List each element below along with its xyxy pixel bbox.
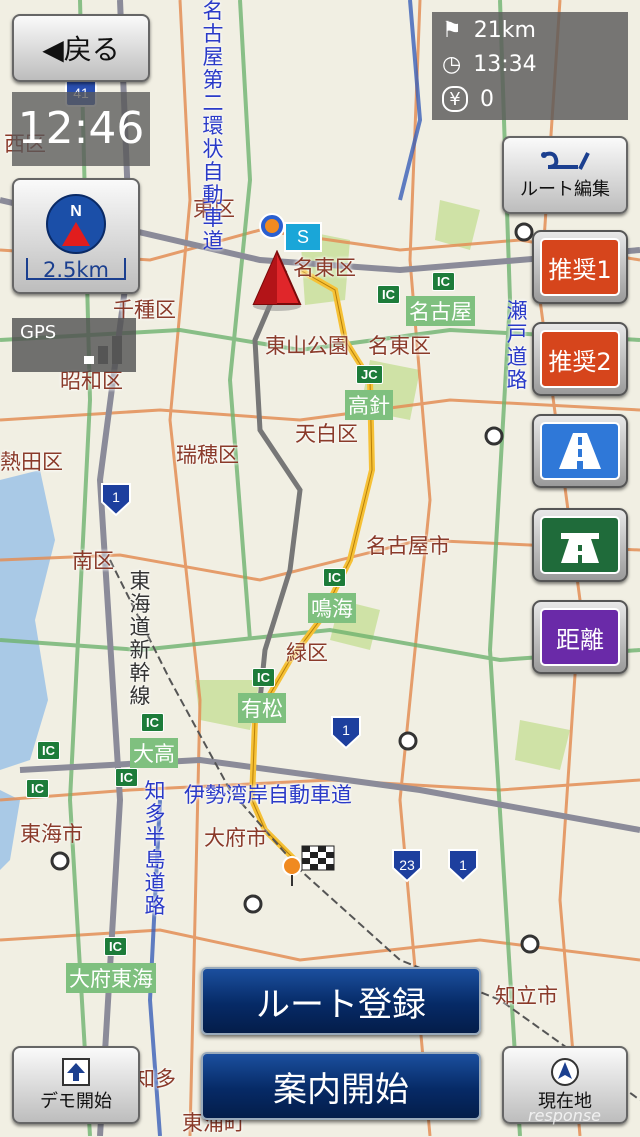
route-shield-icon: 1 xyxy=(331,716,361,750)
route-option-label: 距離 xyxy=(556,625,604,654)
svg-text:1: 1 xyxy=(342,722,350,738)
route-edit-icon xyxy=(541,151,590,170)
arrival-time-value: 13:34 xyxy=(473,52,537,77)
ic-badge: IC xyxy=(26,779,49,798)
interchange-label: 大高 xyxy=(130,738,178,768)
route-option-local-road[interactable] xyxy=(532,508,628,582)
interchange-label: 有松 xyxy=(238,693,286,723)
ic-badge: IC xyxy=(115,768,138,787)
demo-start-button[interactable]: デモ開始 xyxy=(12,1046,140,1124)
route-info-panel: ⚑ 21km ◷ 13:34 ¥ 0 xyxy=(432,12,628,120)
ic-badge: IC xyxy=(377,285,400,304)
toll-value: 0 xyxy=(480,86,494,112)
local-road-icon xyxy=(561,533,599,563)
checkered-flag-icon: ⚑ xyxy=(442,18,462,43)
route-option-distance[interactable]: 距離 xyxy=(532,600,628,674)
ic-badge: IC xyxy=(141,713,164,732)
watermark: response xyxy=(528,1106,602,1125)
start-guidance-label: 案内開始 xyxy=(273,1069,409,1110)
svg-text:N: N xyxy=(70,203,82,220)
jc-badge: JC xyxy=(356,365,383,384)
start-guidance-button[interactable]: 案内開始 xyxy=(201,1052,481,1120)
area-label: 熱田区 xyxy=(0,450,63,474)
route-shield-icon: 23 xyxy=(392,849,422,883)
route-name-label: 知多半島道路 xyxy=(144,779,166,918)
highway-icon xyxy=(559,433,601,469)
area-label: 大府市 xyxy=(204,826,267,850)
route-shield-icon: 1 xyxy=(101,483,131,517)
interchange-label: 大府東海 xyxy=(66,963,156,993)
register-route-label: ルート登録 xyxy=(256,984,426,1025)
route-name-label: 名古屋第二環状自動車道 xyxy=(202,0,224,253)
current-location-icon xyxy=(551,1058,579,1086)
route-option-label: 推奨1 xyxy=(548,255,612,284)
route-option-highway[interactable] xyxy=(532,414,628,488)
ic-badge: IC xyxy=(323,568,346,587)
ic-badge: IC xyxy=(37,741,60,760)
interchange-label: 名古屋 xyxy=(406,296,475,326)
route-option-recommended-2[interactable]: 推奨2 xyxy=(532,322,628,396)
upload-arrow-icon xyxy=(62,1058,90,1086)
register-route-button[interactable]: ルート登録 xyxy=(201,967,481,1035)
area-label: 知立市 xyxy=(495,984,558,1008)
route-name-label: 伊勢湾岸自動車道 xyxy=(184,783,352,807)
route-edit-button[interactable]: ルート編集 xyxy=(502,136,628,214)
gps-label: GPS xyxy=(20,322,57,343)
area-label: 知多 xyxy=(134,1067,176,1091)
back-button[interactable]: ◀戻る xyxy=(12,14,150,82)
scale-bar: 2.5km xyxy=(26,258,126,282)
ic-badge: IC xyxy=(252,668,275,687)
ic-badge: IC xyxy=(104,937,127,956)
route-name-label: 東海道新幹線 xyxy=(129,569,151,708)
compass-button[interactable]: N 2.5km xyxy=(12,178,140,294)
area-label: 東山公園 xyxy=(265,334,349,358)
svg-text:23: 23 xyxy=(399,857,415,873)
interchange-label: 鳴海 xyxy=(308,593,356,623)
clock-icon: ◷ xyxy=(442,52,462,77)
area-label: 天白区 xyxy=(295,422,358,446)
area-label: 名東区 xyxy=(368,334,431,358)
area-label: 名古屋市 xyxy=(366,534,450,558)
ic-badge: IC xyxy=(432,272,455,291)
route-option-label: 推奨2 xyxy=(548,347,612,376)
back-button-label: ◀戻る xyxy=(42,33,120,66)
gps-signal-icon xyxy=(84,336,122,364)
svg-text:1: 1 xyxy=(459,857,467,873)
start-flag-icon: S xyxy=(284,222,322,252)
scale-label: 2.5km xyxy=(42,258,109,282)
area-label: 南区 xyxy=(72,549,114,573)
distance-value: 21km xyxy=(473,18,536,43)
route-edit-label: ルート編集 xyxy=(520,179,610,200)
route-name-label: 瀬戸道路 xyxy=(506,299,528,392)
vehicle-position-icon xyxy=(252,250,302,311)
route-option-recommended-1[interactable]: 推奨1 xyxy=(532,230,628,304)
area-label: 東海市 xyxy=(20,822,83,846)
compass-icon: N xyxy=(46,194,106,254)
area-label: 瑞穂区 xyxy=(176,443,239,467)
clock: 12:46 xyxy=(12,92,150,166)
svg-text:1: 1 xyxy=(112,489,120,505)
clock-text: 12:46 xyxy=(17,103,145,154)
interchange-label: 高針 xyxy=(345,390,393,420)
gps-status: GPS xyxy=(12,318,136,372)
yen-icon: ¥ xyxy=(442,86,468,112)
demo-start-label: デモ開始 xyxy=(40,1091,112,1112)
route-shield-icon: 1 xyxy=(448,849,478,883)
destination-flag-icon xyxy=(282,845,335,886)
area-label: 緑区 xyxy=(286,641,328,665)
